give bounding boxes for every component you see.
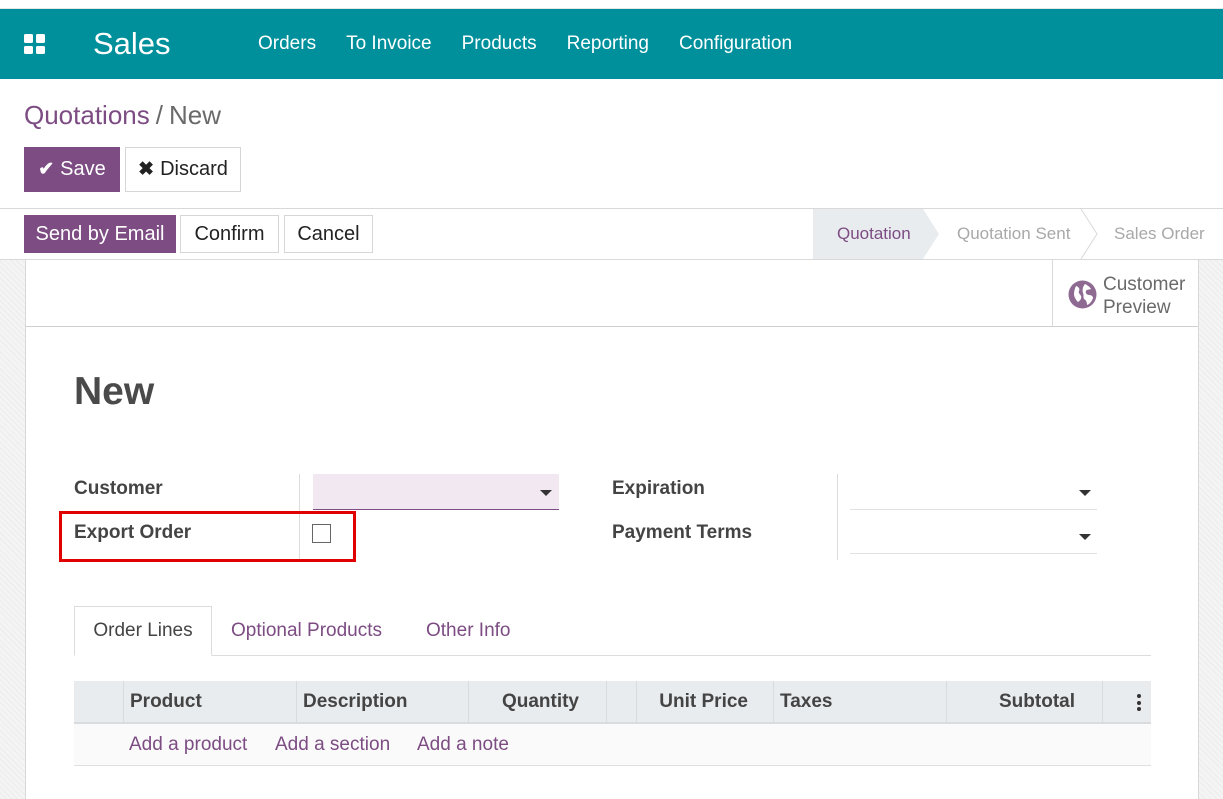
record-title: New [74, 370, 155, 413]
customer-label: Customer [74, 478, 163, 499]
breadcrumb-separator: / [155, 100, 163, 130]
save-button-label: Save [60, 158, 106, 180]
add-product-link[interactable]: Add a product [129, 734, 247, 756]
button-box: Customer Preview [26, 260, 1198, 327]
globe-icon [1068, 280, 1097, 309]
save-button[interactable]: ✔ Save [24, 147, 120, 192]
menu-reporting[interactable]: Reporting [567, 33, 649, 55]
main-menu: Orders To Invoice Products Reporting Con… [258, 33, 822, 55]
optional-columns-icon[interactable] [1136, 694, 1142, 711]
add-note-link[interactable]: Add a note [417, 734, 509, 756]
stage-sales-order[interactable]: Sales Order [1114, 224, 1205, 244]
menu-orders[interactable]: Orders [258, 33, 316, 55]
highlight-box [59, 511, 356, 562]
expiration-input[interactable] [850, 474, 1097, 510]
spacer-column-header [607, 681, 637, 722]
close-icon: ✖ [138, 159, 155, 180]
discard-button-label: Discard [160, 158, 228, 180]
tab-order-lines[interactable]: Order Lines [74, 606, 212, 656]
column-description[interactable]: Description [297, 681, 469, 722]
column-taxes[interactable]: Taxes [774, 681, 947, 722]
chevron-down-icon [1079, 490, 1091, 496]
column-unit-price[interactable]: Unit Price [637, 681, 774, 722]
browser-top-edge [0, 0, 1223, 9]
add-section-link[interactable]: Add a section [275, 734, 390, 756]
handle-column-header [74, 681, 124, 722]
stage-quotation[interactable]: Quotation [813, 209, 939, 259]
breadcrumb-current: New [168, 100, 221, 130]
customer-preview-line1: Customer [1103, 274, 1186, 295]
column-subtotal[interactable]: Subtotal [947, 681, 1103, 722]
column-quantity[interactable]: Quantity [469, 681, 607, 722]
payment-terms-label: Payment Terms [612, 522, 753, 543]
stage-chevron-icon [1080, 209, 1098, 259]
order-lines-table: Product Description Quantity Unit Price … [74, 681, 1151, 766]
chevron-down-icon [1079, 534, 1091, 540]
notebook-tabs: Order Lines Optional Products Other Info [74, 606, 1151, 656]
cancel-button[interactable]: Cancel [284, 215, 373, 253]
status-bar: Send by Email Confirm Cancel Quotation Q… [0, 209, 1223, 260]
menu-to-invoice[interactable]: To Invoice [346, 33, 432, 55]
menu-products[interactable]: Products [462, 33, 537, 55]
apps-menu-icon[interactable] [24, 34, 45, 54]
tab-other-info[interactable]: Other Info [426, 606, 511, 656]
control-panel: Quotations / New ✔ Save ✖ Discard [0, 79, 1223, 209]
customer-preview-button[interactable]: Customer Preview [1052, 260, 1199, 326]
check-icon: ✔ [38, 159, 55, 180]
app-name[interactable]: Sales [93, 26, 171, 62]
breadcrumb-quotations[interactable]: Quotations [24, 100, 150, 130]
stage-quotation-sent[interactable]: Quotation Sent [957, 224, 1070, 244]
expiration-label: Expiration [612, 478, 705, 499]
menu-configuration[interactable]: Configuration [679, 33, 792, 55]
form-sheet: Customer Preview New Customer Export Ord… [25, 260, 1199, 799]
customer-preview-label: Customer Preview [1103, 273, 1198, 319]
payment-terms-select[interactable] [850, 518, 1097, 554]
chevron-down-icon [540, 490, 552, 496]
tab-optional-products[interactable]: Optional Products [231, 606, 382, 656]
label-divider [837, 474, 838, 560]
customer-preview-line2: Preview [1103, 297, 1171, 318]
discard-button[interactable]: ✖ Discard [125, 147, 241, 192]
column-product[interactable]: Product [124, 681, 297, 722]
customer-input[interactable] [313, 474, 559, 510]
add-line-row: Add a product Add a section Add a note [74, 724, 1151, 766]
top-navbar: Sales Orders To Invoice Products Reporti… [0, 9, 1223, 79]
send-by-email-button[interactable]: Send by Email [24, 215, 176, 253]
table-header: Product Description Quantity Unit Price … [74, 681, 1151, 724]
breadcrumb: Quotations / New [24, 100, 221, 131]
confirm-button[interactable]: Confirm [180, 215, 279, 253]
